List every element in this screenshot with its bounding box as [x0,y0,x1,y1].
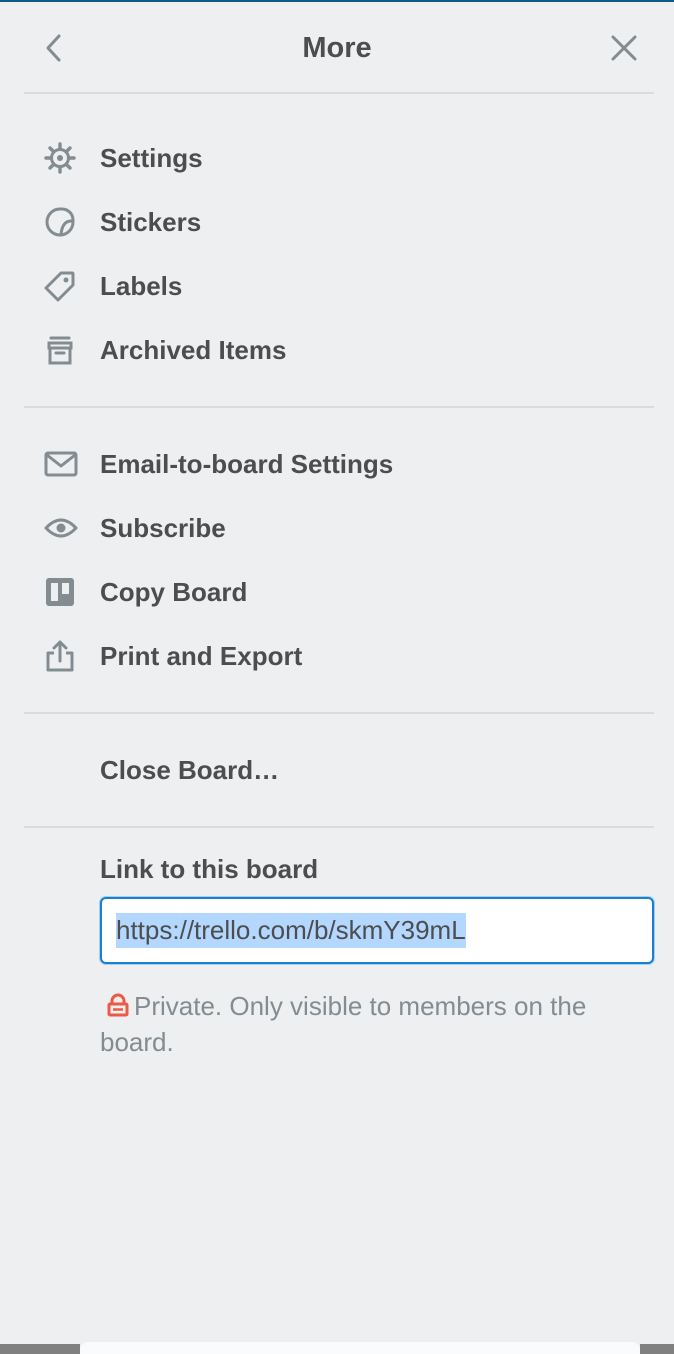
menu-item-copy-board[interactable]: Copy Board [24,564,654,620]
menu-item-label: Stickers [100,206,202,237]
menu-item-label: Subscribe [100,512,226,543]
privacy-note: Private. Only visible to members on the … [100,988,640,1060]
board-icon [46,578,74,606]
lock-icon [107,993,129,1017]
board-link-input[interactable]: https://trello.com/b/skmY39mL [100,897,654,964]
menu-item-print-export[interactable]: Print and Export [24,628,654,684]
menu-item-stickers[interactable]: Stickers [24,194,654,250]
menu-item-label: Email-to-board Settings [100,448,394,479]
panel-header: More [0,2,674,94]
board-link-value: https://trello.com/b/skmY39mL [116,913,466,948]
close-board-label: Close Board… [100,754,280,785]
archive-icon [47,336,73,365]
menu-item-label: Archived Items [100,334,287,365]
gear-icon [44,142,76,174]
close-board-button[interactable]: Close Board… [24,742,654,798]
link-section-heading: Link to this board [100,854,319,884]
tag-icon [44,271,75,302]
divider [24,712,654,714]
divider [24,406,654,408]
divider [24,826,654,828]
menu-item-label: Labels [100,270,183,301]
menu-item-settings[interactable]: Settings [24,130,654,186]
background-edge [0,1344,80,1354]
underlying-card-edge [80,1342,640,1354]
menu-item-label: Copy Board [100,576,248,607]
menu-item-label: Print and Export [100,640,303,671]
envelope-icon [44,451,78,477]
close-button[interactable] [604,28,644,68]
privacy-text: Private. Only visible to members on the … [100,991,587,1057]
menu-item-subscribe[interactable]: Subscribe [24,500,654,556]
menu-item-label: Settings [100,142,203,173]
eye-icon [44,518,78,538]
page-title: More [302,32,372,64]
menu-item-email-to-board[interactable]: Email-to-board Settings [24,436,654,492]
menu-item-archived-items[interactable]: Archived Items [24,322,654,378]
background-edge [640,1344,674,1354]
divider [24,92,654,94]
menu-item-labels[interactable]: Labels [24,258,654,314]
sticker-icon [45,207,75,237]
close-icon [611,35,637,61]
share-icon [46,640,74,672]
